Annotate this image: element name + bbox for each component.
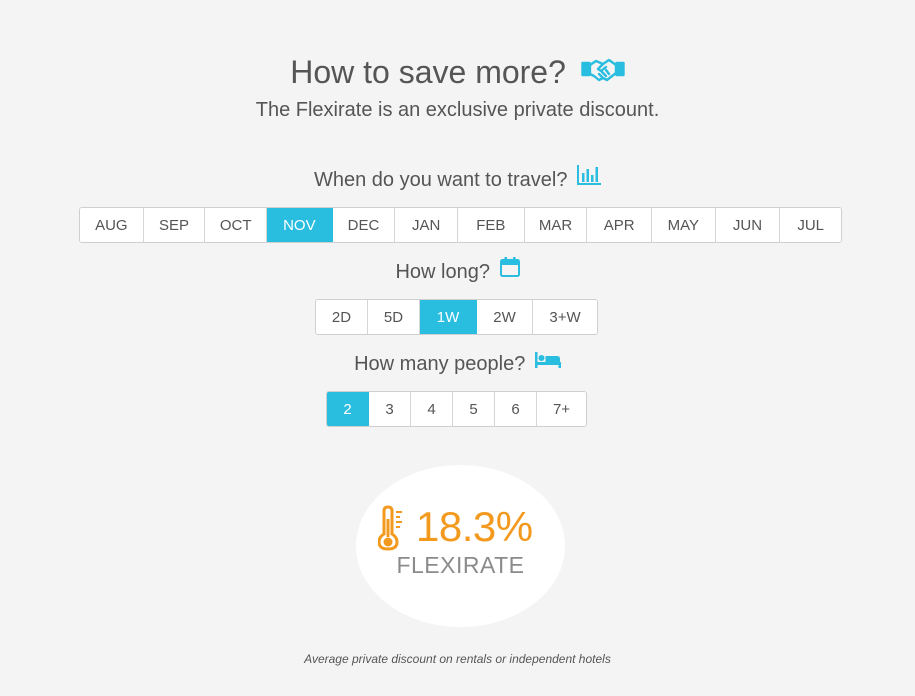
duration-label: How long? [395,261,490,283]
people-option-6[interactable]: 6 [495,392,537,426]
duration-option-3plusw[interactable]: 3+W [533,300,597,334]
month-option-jun[interactable]: JUN [715,208,781,242]
month-option-oct[interactable]: OCT [205,208,268,242]
people-label: How many people? [354,353,526,375]
duration-option-2w[interactable]: 2W [477,300,533,334]
travel-month-selector: AUG SEP OCT NOV DEC JAN FEB MAR APR MAY JUN JUL [79,207,842,243]
people-question: How many people? [0,351,915,378]
page-subtitle: The Flexirate is an exclusive private di… [255,99,660,121]
footnote: Average private discount on rentals or i… [304,652,611,666]
flexirate-value: 18.3% [416,503,533,550]
duration-option-5d[interactable]: 5D [368,300,420,334]
people-selector: 2 3 4 5 6 7+ [326,391,587,427]
month-option-jul[interactable]: JUL [780,208,841,242]
page-title: How to save more? [290,54,566,90]
month-option-dec[interactable]: DEC [332,208,396,242]
month-option-may[interactable]: MAY [652,208,716,242]
travel-month-question: When do you want to travel? [0,165,915,194]
month-option-aug[interactable]: AUG [80,208,144,242]
people-option-7plus[interactable]: 7+ [537,392,586,426]
flexirate-badge: 18.3% FLEXIRATE [356,465,565,627]
duration-selector: 2D 5D 1W 2W 3+W [315,299,598,335]
people-option-4[interactable]: 4 [411,392,453,426]
flexirate-label: FLEXIRATE [396,552,525,578]
month-option-apr[interactable]: APR [587,208,652,242]
month-option-nov[interactable]: NOV [267,208,333,242]
duration-question: How long? [0,257,915,286]
duration-option-2d[interactable]: 2D [316,300,368,334]
travel-month-label: When do you want to travel? [313,169,568,191]
calendar-icon [499,257,520,284]
people-option-2[interactable]: 2 [327,392,369,426]
bar-chart-icon [577,165,602,192]
people-option-5[interactable]: 5 [453,392,495,426]
page-title-row: How to save more? [0,52,915,95]
duration-option-1w[interactable]: 1W [420,300,477,334]
people-option-3[interactable]: 3 [369,392,411,426]
bed-icon [534,350,561,376]
month-option-jan[interactable]: JAN [395,208,459,242]
handshake-icon [581,52,625,92]
thermometer-icon [377,505,406,556]
month-option-mar[interactable]: MAR [524,208,588,242]
month-option-sep[interactable]: SEP [143,208,206,242]
month-option-feb[interactable]: FEB [458,208,525,242]
